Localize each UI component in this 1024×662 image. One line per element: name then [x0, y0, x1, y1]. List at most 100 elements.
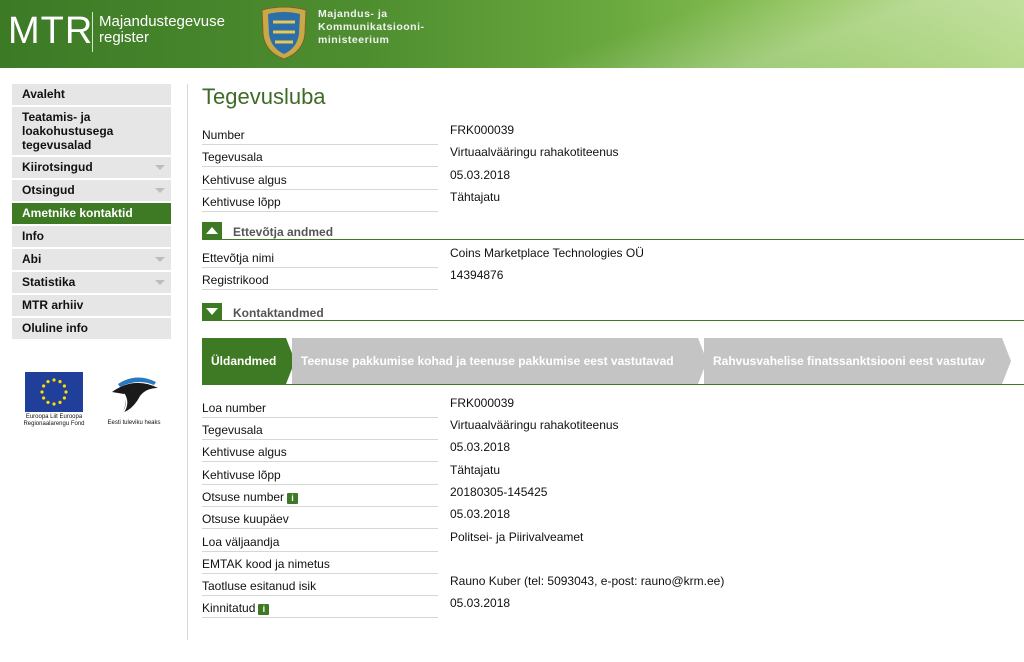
sidebar-item-kiirotsingud[interactable]: Kiirotsingud	[12, 157, 171, 179]
sidebar-item-label: Info	[22, 229, 44, 243]
sidebar-item-mtr-arhiiv[interactable]: MTR arhiiv	[12, 295, 171, 317]
field-value: Virtuaalvääringu rahakotiteenus	[450, 418, 619, 433]
field-label: Ettevõtja nimi	[202, 251, 438, 269]
field-label: Loa väljaandja	[202, 535, 438, 552]
field-value: 05.03.2018	[450, 507, 511, 522]
sidebar-item-abi[interactable]: Abi	[12, 249, 171, 271]
field-label: Otsuse kuupäev	[202, 512, 438, 530]
field-row: Otsuse kuupäev 05.03.2018	[202, 507, 1024, 530]
field-row: Registrikood 14394876	[202, 268, 1024, 291]
field-label: Otsuse number i	[202, 490, 438, 507]
field-label: Number	[202, 128, 438, 145]
field-label: Registrikood	[202, 273, 438, 291]
field-row: Kehtivuse algus 05.03.2018	[202, 168, 1024, 190]
ministry-name: Majandus- ja Kommunikatsiooni- ministeer…	[318, 8, 425, 46]
sidebar-item-label: MTR arhiiv	[22, 298, 84, 312]
sidebar-item-avaleht[interactable]: Avaleht	[12, 84, 171, 106]
field-value: Tähtajatu	[450, 189, 501, 204]
expand-toggle[interactable]	[202, 302, 222, 320]
field-value: FRK000039	[450, 123, 515, 137]
sidebar-item-label: Teatamis- ja loakohustusega tegevusalad	[22, 110, 114, 152]
field-row: Loa number FRK000039	[202, 396, 1024, 418]
tab-finantssanktsioon[interactable]: Rahvusvahelise finatssanktsiooni eest va…	[704, 337, 1011, 414]
field-value: Rauno Kuber (tel: 5093043, e-post: rauno…	[450, 574, 725, 589]
general-info: Number FRK000039 Tegevusala Virtuaalväärin…	[202, 123, 1024, 212]
eu-flag-icon[interactable]	[25, 372, 83, 412]
collapse-toggle[interactable]	[202, 222, 222, 240]
field-label: Kehtivuse lõpp	[202, 468, 438, 485]
header-gradient	[504, 0, 1024, 68]
company-info: Ettevõtja nimi Coins Marketplace Technolo…	[202, 246, 1024, 291]
sidebar-item-label: Otsingud	[22, 183, 75, 197]
tab-label: Üldandmed	[211, 353, 277, 368]
chevron-down-icon[interactable]	[155, 165, 165, 170]
field-label: Tegevusala	[202, 423, 438, 441]
contact-section-header[interactable]: Kontaktandmed	[202, 301, 1024, 321]
field-value: 05.03.2018	[450, 167, 511, 182]
field-row: Kehtivuse algus 05.03.2018	[202, 440, 1024, 463]
sidebar-item-label: Abi	[22, 252, 42, 266]
field-value: 20180305-145425	[450, 484, 548, 499]
field-label: Kehtivuse algus	[202, 173, 438, 190]
info-icon[interactable]: i	[258, 604, 270, 616]
chevron-down-icon[interactable]	[155, 257, 165, 262]
sidebar-nav: Avaleht Teatamis- ja loakohustusega tege…	[12, 84, 171, 341]
field-label: Kinnitatud i	[202, 601, 438, 619]
field-row: Loa väljaandja Politsei- ja Piirivalveame…	[202, 530, 1024, 552]
field-label: Kehtivuse lõpp	[202, 195, 438, 212]
field-row: Otsuse number i 20180305-145425	[202, 485, 1024, 507]
sidebar-item-label: Statistika	[22, 275, 76, 289]
field-row: Kehtivuse lõpp Tähtajatu	[202, 190, 1024, 212]
ee-logo-caption: Eesti tuleviku heaks	[107, 420, 161, 426]
field-row: Kinnitatud i 05.03.2018	[202, 596, 1024, 619]
sidebar-item-statistika[interactable]: Statistika	[12, 272, 171, 294]
field-row: Tegevusala Virtuaalvääringu rahakotiteenu…	[202, 145, 1024, 168]
field-label: Tegevusala	[202, 150, 438, 168]
sidebar-item-label: Avaleht	[22, 87, 65, 101]
sidebar-item-info[interactable]: Info	[12, 226, 171, 248]
field-row: Tegevusala Virtuaalvääringu rahakotiteenu…	[202, 418, 1024, 441]
field-label: Taotluse esitanud isik	[202, 579, 438, 597]
logo-subtitle[interactable]: Majandustegevuse register	[99, 14, 239, 46]
field-label: Loa number	[202, 401, 438, 418]
field-value: 05.03.2018	[450, 440, 511, 455]
sidebar-item-otsingud[interactable]: Otsingud	[12, 180, 171, 202]
field-value: Politsei- ja Piirivalveamet	[450, 529, 584, 544]
estonia-swallow-icon[interactable]	[108, 374, 160, 420]
coat-of-arms-icon	[261, 6, 307, 60]
field-value: FRK000039	[450, 395, 515, 410]
tab-uldandmed[interactable]: Üldandmed	[202, 337, 295, 384]
main-content: Tegevusluba Number FRK000039 Tegevusala Vi…	[202, 84, 1024, 619]
chevron-up-icon	[206, 227, 218, 235]
chevron-down-icon[interactable]	[155, 280, 165, 285]
eu-logo-caption: Euroopa Liit Euroopa Regionaalarengu Fon…	[23, 414, 85, 427]
chevron-down-icon[interactable]	[155, 188, 165, 193]
field-label-text: Kinnitatud	[202, 601, 256, 616]
detail-tabs: Üldandmed Teenuse pakkumise kohad ja tee…	[202, 337, 1024, 414]
tab-arrow	[1002, 337, 1011, 384]
tab-teenuse-pakkumise-kohad[interactable]: Teenuse pakkumise kohad ja teenuse pakku…	[292, 337, 707, 414]
company-section-header[interactable]: Ettevõtja andmed	[202, 220, 1024, 241]
sidebar-item-oluline-info[interactable]: Oluline info	[12, 318, 171, 340]
section-title: Ettevõtja andmed	[233, 225, 334, 240]
field-row: Kehtivuse lõpp Tähtajatu	[202, 463, 1024, 485]
field-row: Ettevõtja nimi Coins Marketplace Technolo…	[202, 246, 1024, 269]
chevron-down-icon	[206, 307, 218, 315]
field-value: Coins Marketplace Technologies OÜ	[450, 246, 644, 261]
sidebar-item-teatamis[interactable]: Teatamis- ja loakohustusega tegevusalad	[12, 107, 171, 156]
field-row: EMTAK kood ja nimetus	[202, 552, 1024, 574]
sidebar-divider	[187, 84, 188, 640]
field-row: Number FRK000039	[202, 123, 1024, 145]
field-value: 05.03.2018	[450, 596, 511, 611]
logo-divider	[92, 12, 93, 52]
info-icon[interactable]: i	[287, 492, 299, 504]
mtr-logo[interactable]: MTR	[8, 10, 93, 53]
license-details: Loa number FRK000039 Tegevusala Virtuaalvä…	[202, 396, 1024, 619]
field-value: Virtuaalvääringu rahakotiteenus	[450, 145, 619, 160]
field-value: Tähtajatu	[450, 462, 501, 477]
sidebar-item-ametnike-kontaktid[interactable]: Ametnike kontaktid	[12, 203, 171, 225]
site-header: MTR Majandustegevuse register Majandus- …	[0, 0, 1024, 68]
field-label: Kehtivuse algus	[202, 445, 438, 463]
field-label-text: Otsuse number	[202, 489, 285, 504]
page-title: Tegevusluba	[202, 84, 326, 109]
